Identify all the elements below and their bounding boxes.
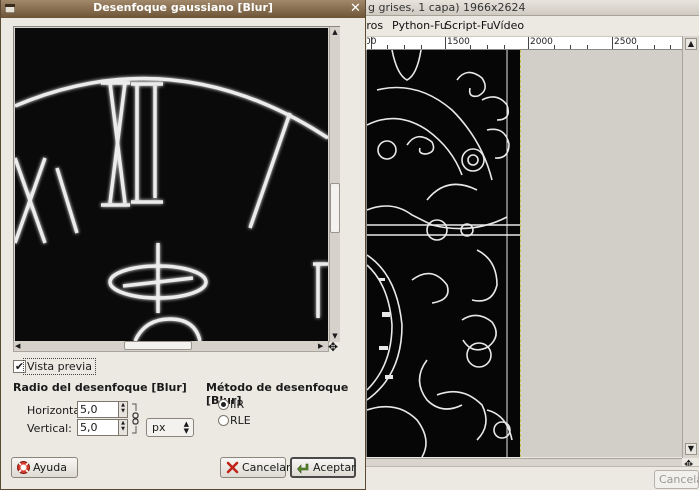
ruler-label: 1500 [447, 37, 470, 47]
cancel-button-label: Cancelar [242, 461, 291, 474]
ruler-label: 2000 [530, 37, 553, 47]
chain-link-icon[interactable] [132, 402, 139, 435]
image-canvas[interactable] [367, 50, 682, 457]
close-icon[interactable]: ✕ [348, 1, 363, 16]
image-statusbar: Cancelar [362, 466, 699, 490]
preview-frame: ▲ ▼ [13, 26, 340, 342]
preview-image[interactable] [15, 28, 328, 341]
help-button[interactable]: Ayuda [11, 457, 78, 478]
cancel-x-icon [226, 461, 239, 474]
unit-value: px [152, 421, 166, 434]
scroll-right-arrow-icon[interactable]: ▶ [318, 341, 327, 351]
scrollbar-thumb[interactable] [124, 341, 192, 350]
blurred-clock-preview [15, 76, 328, 341]
canvas-horizontal-scrollbar[interactable] [362, 458, 682, 466]
canvas-image [367, 50, 520, 457]
scrollbar-thumb[interactable] [330, 183, 340, 233]
ruler-label: 00 [367, 37, 377, 47]
help-button-label: Ayuda [33, 461, 67, 474]
dialog-titlebar[interactable]: Desenfoque gaussiano [Blur] ✕ [1, 0, 365, 18]
ornate-clock-edge-image [367, 50, 520, 457]
help-lifebuoy-icon [17, 461, 30, 474]
scroll-left-arrow-icon[interactable]: ◀ [15, 341, 24, 351]
horizontal-ruler[interactable]: 00 1500 2000 2500 [367, 36, 682, 50]
blur-radius-heading: Radio del desenfoque [Blur] [13, 381, 187, 394]
unit-select[interactable]: px ▲ ▼ [146, 418, 194, 437]
statusbar-cancel-button[interactable]: Cancelar [654, 470, 699, 489]
scroll-down-arrow-icon[interactable]: ▼ [685, 443, 697, 455]
image-window-title: g grises, 1 capa) 1966x2624 [368, 1, 526, 14]
rle-label[interactable]: RLE [230, 414, 251, 427]
cancel-button[interactable]: Cancelar [220, 457, 291, 478]
ok-button[interactable]: Aceptar [290, 457, 356, 478]
image-window: g grises, 1 capa) 1966x2624 tros Python-… [362, 0, 699, 490]
select-arrows-icon: ▲ ▼ [183, 420, 189, 435]
image-menubar: tros Python-Fu Script-Fu Vídeo [362, 16, 699, 36]
horizontal-radius-input[interactable]: 5,0 [77, 401, 119, 418]
menu-python-fu[interactable]: Python-Fu [392, 19, 447, 32]
iir-label[interactable]: IIR [230, 398, 244, 411]
image-window-titlebar: g grises, 1 capa) 1966x2624 [362, 0, 699, 16]
scroll-up-arrow-icon[interactable]: ▲ [330, 28, 340, 37]
preview-horizontal-scrollbar[interactable]: ◀ ▶ [13, 341, 329, 352]
ok-button-label: Aceptar [313, 461, 356, 474]
dialog-title: Desenfoque gaussiano [Blur] [93, 1, 273, 14]
vertical-spin-buttons[interactable]: ▲ ▼ [119, 419, 128, 436]
menu-video[interactable]: Vídeo [493, 19, 524, 32]
horizontal-spin-buttons[interactable]: ▲ ▼ [119, 401, 128, 418]
rle-radio[interactable] [218, 415, 229, 426]
preview-vertical-scrollbar[interactable]: ▲ ▼ [329, 27, 340, 342]
vertical-radius-input[interactable]: 5,0 [77, 419, 119, 436]
canvas-vertical-scrollbar[interactable]: ▲ ▼ [682, 36, 699, 458]
vertical-label: Vertical: [27, 422, 72, 435]
layer-boundary [520, 50, 522, 457]
ok-arrow-icon [297, 463, 309, 474]
preview-navigate-icon[interactable]: ✥ [328, 340, 338, 354]
gaussian-blur-dialog: Desenfoque gaussiano [Blur] ✕ ▲ ▼ ◀ ▶ ✥ … [0, 0, 366, 490]
preview-checkbox-label[interactable]: Vista previa [23, 358, 96, 375]
scroll-up-arrow-icon[interactable]: ▲ [685, 38, 697, 50]
iir-radio[interactable] [218, 399, 229, 410]
ruler-label: 2500 [614, 37, 637, 47]
menu-script-fu[interactable]: Script-Fu [445, 19, 494, 32]
